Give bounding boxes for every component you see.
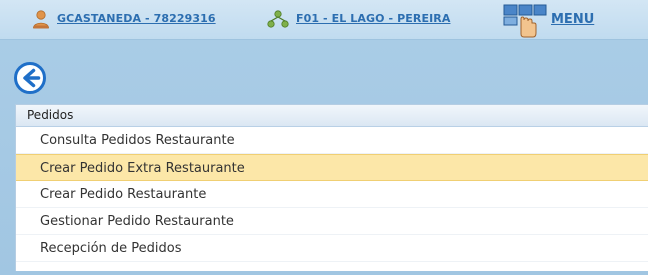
user-link[interactable]: GCASTANEDA - 78229316 (57, 12, 216, 25)
menu-item-recepcion-de-pedidos[interactable]: Recepción de Pedidos (16, 235, 648, 262)
menu-item-crear-pedido-restaurante[interactable]: Crear Pedido Restaurante (16, 181, 648, 208)
branch-link[interactable]: F01 - EL LAGO - PEREIRA (296, 12, 450, 25)
menu-item-crear-pedido-extra-restaurante[interactable]: Crear Pedido Extra Restaurante (16, 154, 648, 181)
menu-item-gestionar-pedido-restaurante[interactable]: Gestionar Pedido Restaurante (16, 208, 648, 235)
orders-menu-panel: Pedidos Consulta Pedidos Restaurante Cre… (15, 104, 648, 271)
user-icon (33, 10, 49, 29)
back-arrow-icon[interactable] (13, 61, 47, 95)
top-header: GCASTANEDA - 78229316 F01 - EL LAGO - PE… (0, 0, 648, 40)
menu-hand-icon[interactable] (502, 3, 548, 39)
network-icon (267, 10, 289, 28)
menu-link[interactable]: MENU (551, 12, 594, 27)
menu-item-consulta-pedidos-restaurante[interactable]: Consulta Pedidos Restaurante (16, 127, 648, 154)
panel-title: Pedidos (16, 105, 648, 127)
